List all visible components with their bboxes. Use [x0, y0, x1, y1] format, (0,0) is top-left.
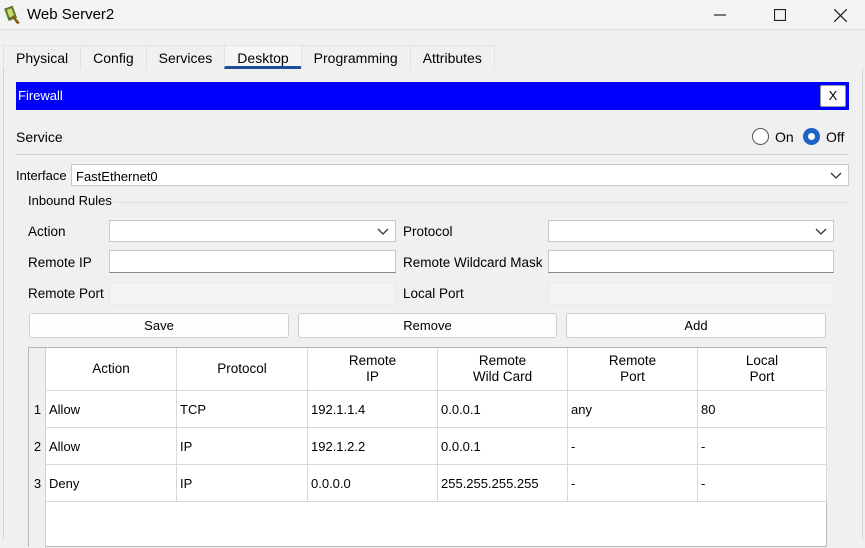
tab-desktop[interactable]: Desktop	[224, 45, 302, 69]
table-cell[interactable]: 0.0.0.0	[308, 465, 438, 502]
remote-port-label: Remote Port	[28, 286, 104, 301]
minimize-icon	[714, 14, 726, 16]
rules-table: Action Protocol Remote IP Remote Wild Ca…	[28, 347, 827, 548]
title-bar: Web Server2	[0, 0, 865, 30]
table-cell[interactable]: 192.1.2.2	[308, 428, 438, 465]
interface-value: FastEthernet0	[76, 169, 158, 184]
action-label: Action	[28, 224, 66, 239]
tab-attributes[interactable]: Attributes	[409, 45, 495, 69]
column-header-protocol[interactable]: Protocol	[177, 348, 308, 391]
maximize-icon	[774, 9, 786, 21]
service-on-label: On	[775, 129, 794, 145]
table-cell[interactable]: 255.255.255.255	[438, 465, 568, 502]
table-cell[interactable]: -	[568, 465, 698, 502]
table-cell[interactable]: 80	[698, 391, 827, 428]
tab-programming[interactable]: Programming	[300, 45, 411, 69]
chevron-down-icon	[377, 228, 389, 235]
row-number: 2	[33, 439, 42, 454]
save-button[interactable]: Save	[29, 313, 289, 338]
chevron-down-icon	[830, 172, 842, 179]
add-button[interactable]: Add	[566, 313, 826, 338]
table-cell[interactable]: 192.1.1.4	[308, 391, 438, 428]
row-number: 1	[33, 402, 42, 417]
close-window-button[interactable]	[817, 0, 863, 30]
interface-label: Interface	[16, 168, 67, 183]
table-cell[interactable]: Deny	[46, 465, 177, 502]
tab-physical[interactable]: Physical	[3, 45, 82, 69]
remote-ip-label: Remote IP	[28, 255, 92, 270]
close-icon	[833, 8, 847, 22]
local-port-input[interactable]	[548, 282, 834, 305]
column-header-remote-port[interactable]: Remote Port	[568, 348, 698, 391]
inbound-rules-label: Inbound Rules	[26, 193, 114, 208]
column-header-action[interactable]: Action	[46, 348, 177, 391]
service-label: Service	[16, 129, 63, 145]
maximize-button[interactable]	[757, 0, 803, 30]
firewall-header: Firewall X	[16, 82, 849, 110]
protocol-select[interactable]	[548, 220, 834, 242]
remote-wildcard-label: Remote Wildcard Mask	[403, 255, 543, 270]
remote-ip-input[interactable]	[109, 250, 396, 273]
chevron-down-icon	[815, 228, 827, 235]
window-title: Web Server2	[27, 6, 115, 23]
desktop-panel: Firewall X Service On Off Interface Fast…	[3, 69, 863, 548]
local-port-label: Local Port	[403, 286, 464, 301]
table-cell[interactable]: -	[568, 428, 698, 465]
app-icon	[4, 5, 20, 24]
row-number: 3	[33, 476, 42, 491]
table-cell[interactable]: 0.0.0.1	[438, 428, 568, 465]
tab-bar: Physical Config Services Desktop Program…	[3, 45, 495, 69]
remote-wildcard-input[interactable]	[548, 250, 834, 273]
table-cell[interactable]: -	[698, 465, 827, 502]
table-cell[interactable]: Allow	[46, 391, 177, 428]
remove-button[interactable]: Remove	[298, 313, 557, 338]
table-cell[interactable]: -	[698, 428, 827, 465]
interface-select[interactable]: FastEthernet0	[71, 164, 849, 186]
firewall-title: Firewall	[18, 88, 63, 103]
minimize-button[interactable]	[697, 0, 743, 30]
tab-config[interactable]: Config	[80, 45, 147, 69]
column-header-remote-wildcard[interactable]: Remote Wild Card	[438, 348, 568, 391]
table-cell[interactable]: TCP	[177, 391, 308, 428]
service-on-radio[interactable]	[752, 128, 769, 145]
tab-services[interactable]: Services	[145, 45, 226, 69]
table-cell[interactable]: IP	[177, 465, 308, 502]
service-off-radio[interactable]	[803, 128, 820, 145]
remote-port-input[interactable]	[109, 282, 396, 305]
divider	[16, 154, 849, 155]
firewall-close-button[interactable]: X	[820, 85, 846, 107]
column-header-remote-ip[interactable]: Remote IP	[308, 348, 438, 391]
table-cell[interactable]: IP	[177, 428, 308, 465]
table-cell[interactable]: Allow	[46, 428, 177, 465]
service-off-label: Off	[826, 129, 845, 145]
table-cell[interactable]: any	[568, 391, 698, 428]
protocol-label: Protocol	[403, 224, 453, 239]
column-header-local-port[interactable]: Local Port	[698, 348, 827, 391]
table-cell[interactable]: 0.0.0.1	[438, 391, 568, 428]
action-select[interactable]	[109, 220, 396, 242]
